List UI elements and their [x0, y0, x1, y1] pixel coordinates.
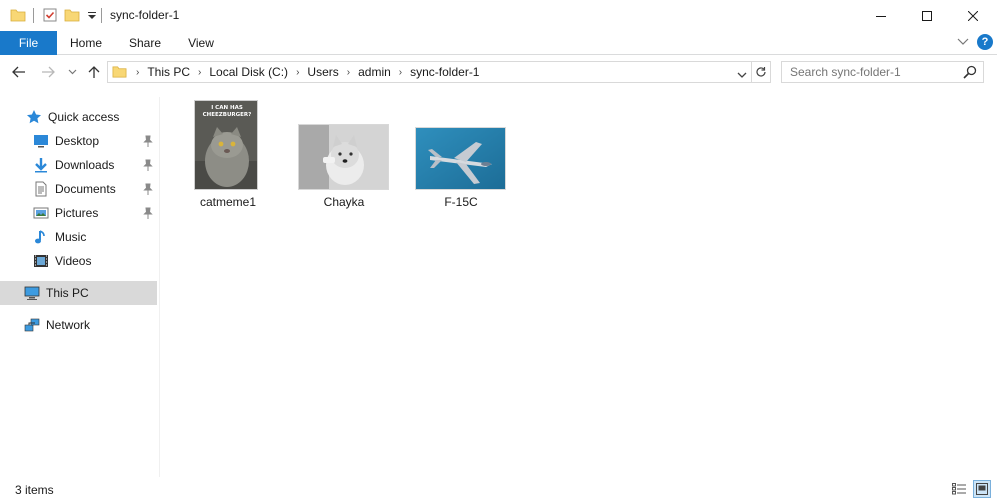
sidebar-item-quick-access[interactable]: Quick access	[0, 105, 157, 129]
chevron-right-icon[interactable]: ›	[347, 67, 350, 78]
window-title: sync-folder-1	[110, 8, 180, 22]
search-input[interactable]	[782, 62, 962, 82]
minimize-button[interactable]	[858, 0, 904, 31]
details-view-button[interactable]	[950, 480, 968, 498]
title-separator	[101, 8, 102, 23]
search-icon[interactable]	[963, 65, 977, 82]
pin-icon	[143, 183, 153, 195]
chevron-right-icon: ›	[136, 66, 140, 78]
ribbon: File Home Share View ?	[0, 31, 997, 55]
image-thumbnail[interactable]	[298, 124, 389, 190]
title-bar: sync-folder-1	[0, 0, 997, 31]
desktop-icon	[33, 133, 49, 149]
meme-caption: I CAN HAS CHEEZBURGER?	[202, 105, 252, 118]
tab-file[interactable]: File	[0, 31, 57, 55]
pictures-icon	[33, 205, 49, 221]
forward-button[interactable]	[39, 63, 57, 81]
pin-icon	[143, 207, 153, 219]
sidebar-item-desktop[interactable]: Desktop	[0, 129, 157, 153]
computer-icon	[24, 285, 40, 301]
address-dropdown-icon[interactable]	[737, 68, 747, 82]
breadcrumb: › This PC › Local Disk (C:) › Users › ad…	[130, 62, 479, 82]
sidebar-item-this-pc[interactable]: This PC	[0, 281, 157, 305]
properties-icon[interactable]	[42, 7, 58, 23]
sidebar-item-label: Pictures	[55, 206, 99, 220]
sidebar-item-label: Music	[55, 230, 87, 244]
breadcrumb-this-pc[interactable]: This PC	[147, 65, 190, 79]
customize-toolbar-icon[interactable]	[84, 7, 100, 23]
status-bar: 3 items	[0, 477, 997, 501]
sidebar-item-label: Documents	[55, 182, 116, 196]
maximize-button[interactable]	[904, 0, 950, 31]
up-button[interactable]	[85, 63, 103, 81]
title-separator	[33, 8, 34, 23]
downloads-icon	[33, 157, 49, 173]
file-name[interactable]: F-15C	[411, 195, 511, 209]
expand-ribbon-icon[interactable]	[957, 35, 969, 49]
navigation-pane: Quick access Desktop Downloads Documents…	[0, 97, 160, 477]
chevron-right-icon[interactable]: ›	[198, 67, 201, 78]
sidebar-item-label: Videos	[55, 254, 92, 268]
sidebar-item-videos[interactable]: Videos	[0, 249, 157, 273]
music-icon	[33, 229, 49, 245]
address-bar[interactable]: › This PC › Local Disk (C:) › Users › ad…	[107, 61, 752, 83]
star-icon	[26, 109, 42, 125]
refresh-button[interactable]	[752, 61, 771, 83]
sidebar-item-label: Quick access	[48, 110, 120, 124]
folder-icon	[112, 64, 127, 82]
help-icon[interactable]: ?	[977, 34, 993, 50]
sidebar-item-label: This PC	[46, 286, 89, 300]
tab-view[interactable]: View	[178, 31, 224, 55]
sidebar-item-label: Downloads	[55, 158, 115, 172]
recent-locations-icon[interactable]	[63, 63, 81, 81]
sidebar-item-downloads[interactable]: Downloads	[0, 153, 157, 177]
sidebar-item-label: Network	[46, 318, 91, 332]
breadcrumb-admin[interactable]: admin	[358, 65, 391, 79]
pin-icon	[143, 159, 153, 171]
documents-icon	[33, 181, 49, 197]
sidebar-item-documents[interactable]: Documents	[0, 177, 157, 201]
large-icons-view-button[interactable]	[973, 480, 991, 498]
ribbon-controls: ?	[957, 34, 993, 50]
videos-icon	[33, 253, 49, 269]
sidebar-item-network[interactable]: Network	[0, 313, 157, 337]
folder-icon[interactable]	[10, 7, 26, 23]
new-folder-icon[interactable]	[64, 7, 80, 23]
chevron-right-icon[interactable]: ›	[296, 67, 299, 78]
sidebar-item-label: Desktop	[55, 134, 100, 148]
image-thumbnail[interactable]: I CAN HAS CHEEZBURGER?	[194, 100, 258, 190]
breadcrumb-local-disk[interactable]: Local Disk (C:)	[209, 65, 288, 79]
tab-home[interactable]: Home	[62, 31, 110, 55]
search-box[interactable]	[781, 61, 984, 83]
sidebar-item-pictures[interactable]: Pictures	[0, 201, 157, 225]
file-name[interactable]: catmeme1	[178, 195, 278, 209]
breadcrumb-users[interactable]: Users	[307, 65, 338, 79]
pin-icon	[143, 135, 153, 147]
tab-share[interactable]: Share	[120, 31, 170, 55]
file-name[interactable]: Chayka	[294, 195, 394, 209]
close-button[interactable]	[950, 0, 996, 31]
back-button[interactable]	[10, 63, 28, 81]
chevron-right-icon[interactable]: ›	[399, 67, 402, 78]
network-icon	[24, 317, 40, 333]
image-thumbnail[interactable]	[415, 127, 506, 190]
breadcrumb-sync-folder[interactable]: sync-folder-1	[410, 65, 479, 79]
item-count: 3 items	[15, 483, 54, 497]
sidebar-item-music[interactable]: Music	[0, 225, 157, 249]
